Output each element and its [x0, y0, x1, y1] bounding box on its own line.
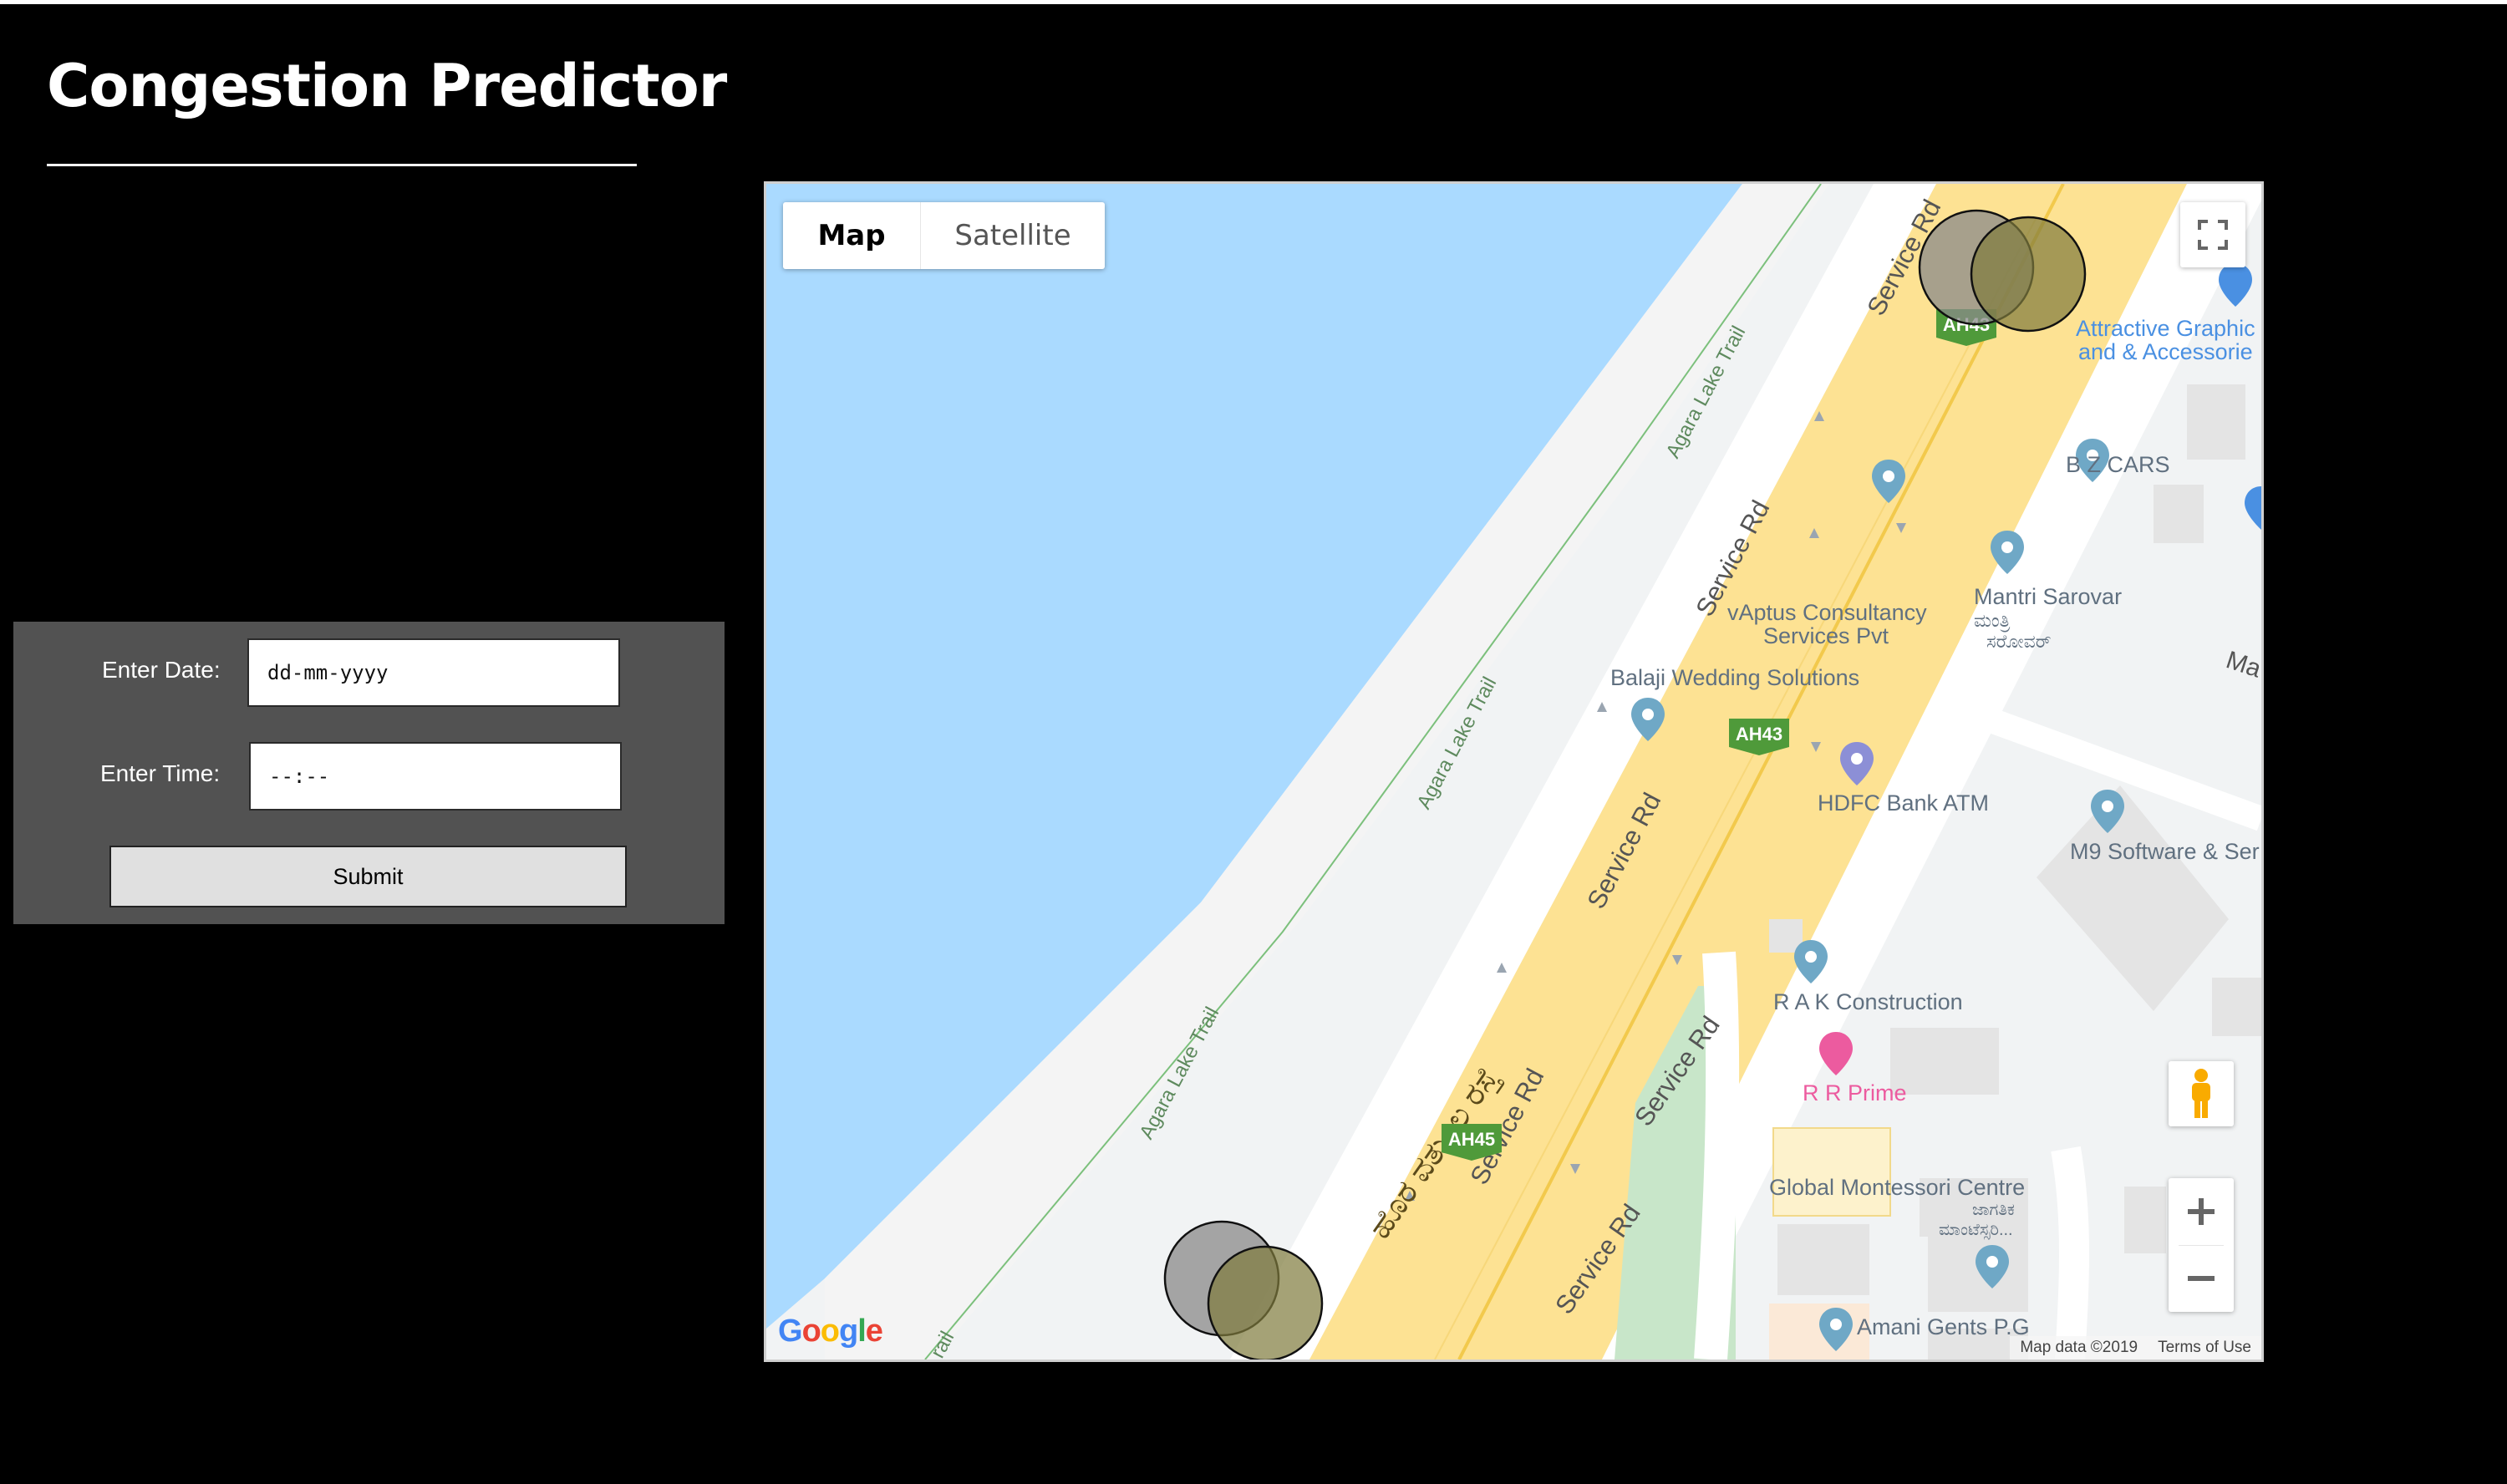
time-input[interactable]: --:-- [249, 742, 622, 811]
svg-text:AH45: AH45 [1448, 1129, 1495, 1150]
svg-text:B Z CARS: B Z CARS [2066, 452, 2170, 477]
hotel-pin-icon [1819, 1032, 1853, 1075]
zoom-out-button[interactable] [2169, 1245, 2234, 1312]
svg-text:ಸರೋವರ್: ಸರೋವರ್ [1986, 631, 2051, 652]
prediction-form: Enter Date: dd-mm-yyyy Enter Time: --:--… [13, 622, 725, 924]
congestion-circle [1970, 216, 2087, 333]
map-data-attribution: Map data ©2019 [2020, 1339, 2138, 1356]
svg-text:Services Pvt: Services Pvt [1763, 623, 1889, 648]
svg-text:Balaji Wedding Solutions: Balaji Wedding Solutions [1610, 665, 1859, 690]
svg-text:ಮಂತ್ರಿ: ಮಂತ್ರಿ [1974, 610, 2010, 632]
svg-text:R A K Construction: R A K Construction [1773, 989, 1963, 1014]
top-border [0, 0, 2507, 4]
congestion-circle [1207, 1245, 1324, 1359]
svg-text:ಜಾಗತಿಕ: ಜಾಗತಿಕ [1972, 1201, 2015, 1219]
zoom-divider [2179, 1245, 2224, 1246]
map-type-control: Map Satellite [783, 202, 1105, 269]
svg-text:and & Accessorie: and & Accessorie [2078, 339, 2253, 364]
svg-text:R R Prime: R R Prime [1803, 1080, 1907, 1105]
map-footer: Map data ©2019 Terms of Use [2010, 1336, 2261, 1359]
svg-text:Global Montessori Centre: Global Montessori Centre [1769, 1175, 2025, 1200]
terms-of-use-link[interactable]: Terms of Use [2148, 1339, 2261, 1357]
svg-text:Ma: Ma [2223, 646, 2261, 683]
local-road-2 [2051, 1146, 2089, 1359]
minus-icon [2188, 1276, 2215, 1281]
svg-text:M9 Software & Ser: M9 Software & Ser [2070, 839, 2260, 864]
submit-button[interactable]: Submit [109, 846, 627, 907]
shop-pin-icon-2 [2245, 486, 2261, 530]
zoom-in-button[interactable] [2169, 1178, 2234, 1245]
svg-text:Attractive Graphic: Attractive Graphic [2076, 316, 2255, 341]
fullscreen-icon [2198, 220, 2228, 250]
map-view[interactable]: Service Rd Service Rd Service Rd Service… [764, 181, 2264, 1362]
svg-text:ಮಾಂಟೆಸ್ಸರಿ...: ಮಾಂಟೆಸ್ಸರಿ... [1939, 1221, 2013, 1240]
date-input[interactable]: dd-mm-yyyy [247, 638, 620, 707]
building-small [1777, 1224, 1869, 1295]
map-type-satellite-button[interactable]: Satellite [921, 202, 1105, 269]
street-view-pegman[interactable] [2169, 1061, 2234, 1126]
svg-text:Amani Gents P.G: Amani Gents P.G [1857, 1314, 2030, 1339]
map-type-map-button[interactable]: Map [783, 202, 921, 269]
plus-icon [2188, 1198, 2215, 1225]
map-canvas[interactable]: Service Rd Service Rd Service Rd Service… [766, 184, 2261, 1359]
fullscreen-button[interactable] [2180, 202, 2245, 267]
svg-text:vAptus Consultancy: vAptus Consultancy [1727, 600, 1927, 625]
montessori-building [1772, 1127, 1891, 1217]
pegman-icon [2192, 1069, 2210, 1118]
title-underline [47, 164, 637, 166]
date-label: Enter Date: [102, 657, 221, 683]
zoom-control [2169, 1178, 2234, 1312]
pg-building [1769, 1304, 1869, 1359]
svg-text:Mantri Sarovar: Mantri Sarovar [1974, 584, 2122, 609]
local-road [1694, 951, 1740, 1359]
google-logo: Google [778, 1314, 883, 1349]
svg-text:AH43: AH43 [1736, 724, 1782, 745]
page-title: Congestion Predictor [47, 52, 727, 120]
shop-pin-icon [2219, 263, 2252, 307]
time-label: Enter Time: [100, 760, 221, 786]
svg-text:HDFC Bank ATM: HDFC Bank ATM [1818, 790, 1989, 816]
